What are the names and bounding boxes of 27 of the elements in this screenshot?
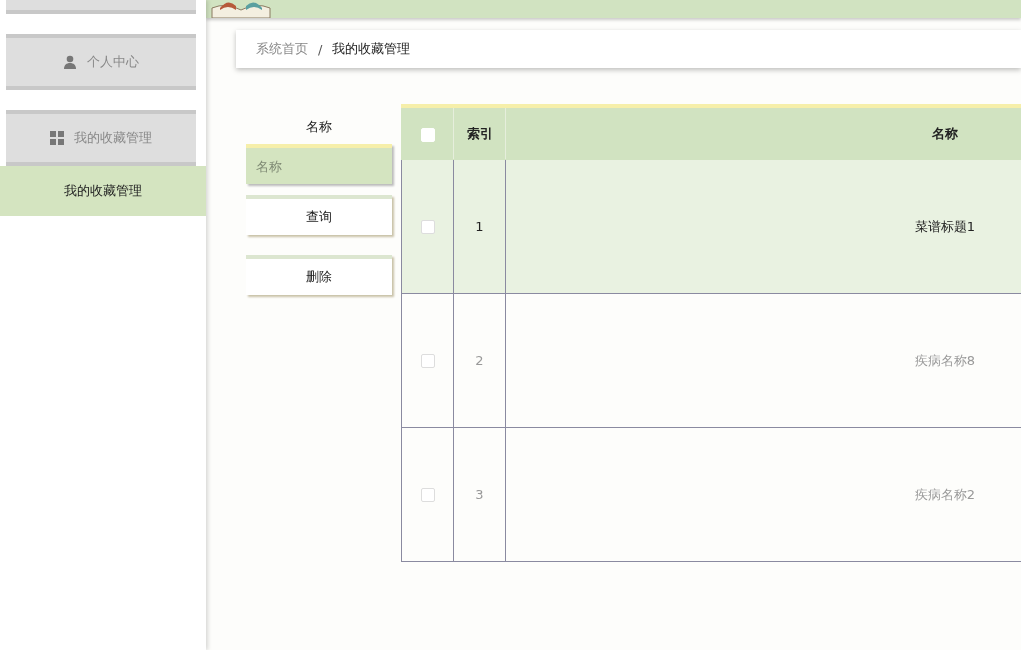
action-button[interactable]: 删除 <box>246 255 392 295</box>
grid-icon <box>50 131 64 145</box>
row-checkbox[interactable] <box>420 488 435 503</box>
book-logo-icon <box>210 0 272 18</box>
breadcrumb-link[interactable]: 系统首页 <box>256 40 308 58</box>
search-label: 名称 <box>305 118 333 136</box>
table-row[interactable]: 3 疾病名称2 <box>401 427 1021 562</box>
sidebar-menu-item[interactable]: 我的收藏管理 <box>6 110 196 166</box>
select-all-checkbox[interactable] <box>420 127 435 142</box>
column-header: 索引 <box>453 108 506 160</box>
breadcrumb-separator: / <box>318 41 323 57</box>
sidebar-submenu-item[interactable]: 我的收藏管理 <box>0 166 206 216</box>
table-row[interactable]: 2 疾病名称8 <box>401 293 1021 428</box>
person-icon <box>63 55 77 69</box>
table-cell: 3 <box>453 427 506 562</box>
table-cell: 菜谱标题1 <box>505 159 1021 294</box>
table-cell: 2 <box>453 293 506 428</box>
table-row[interactable]: 1 菜谱标题1 <box>401 159 1021 294</box>
search-field[interactable]: 名称 <box>246 144 392 184</box>
sidebar-menu-item[interactable]: 个人中心 <box>6 34 196 90</box>
table-cell: 疾病名称8 <box>505 293 1021 428</box>
row-checkbox[interactable] <box>420 220 435 235</box>
action-button[interactable]: 查询 <box>246 195 392 235</box>
table-cell: 疾病名称2 <box>505 427 1021 562</box>
table-cell: 1 <box>453 159 506 294</box>
row-checkbox[interactable] <box>420 354 435 369</box>
column-header: 名称 <box>505 108 1021 160</box>
